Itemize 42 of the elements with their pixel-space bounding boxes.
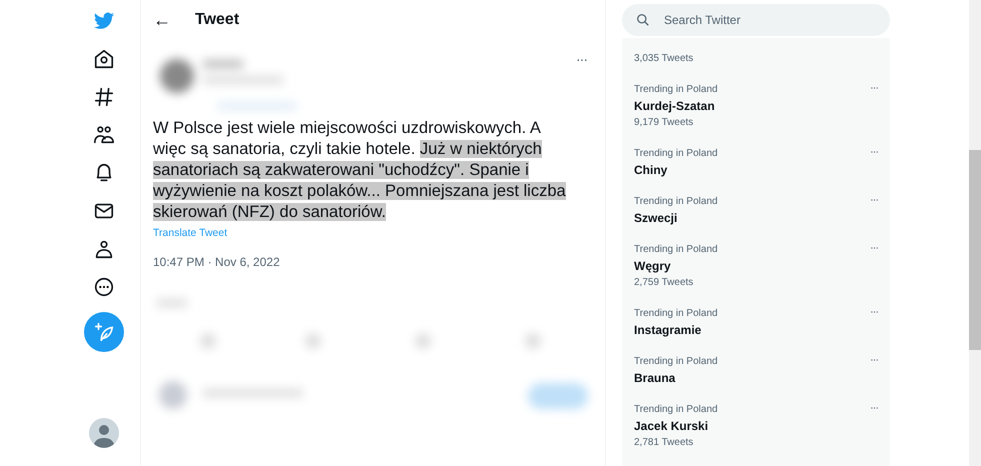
home-icon[interactable] [93, 48, 115, 70]
search-icon [636, 13, 650, 27]
trend-tweet-count: 2,759 Tweets [634, 276, 694, 290]
scrollbar-thumb[interactable] [969, 150, 981, 350]
people-icon[interactable] [93, 124, 115, 146]
page-title: Tweet [195, 11, 240, 29]
trend-category: Trending in Poland [634, 355, 719, 369]
trend-category: Trending in Poland [634, 403, 719, 417]
more-icon[interactable] [93, 276, 115, 298]
feather-plus-icon [93, 321, 115, 343]
back-button[interactable]: ← [153, 10, 181, 30]
trend-more-button[interactable]: ··· [870, 242, 878, 254]
trend-more-button[interactable]: ··· [870, 194, 878, 206]
trend-category: Trending in Poland [634, 195, 719, 209]
trend-tweet-count: 9,179 Tweets [634, 116, 694, 130]
trend-name[interactable]: Chiny [634, 161, 870, 179]
profile-icon[interactable] [93, 238, 115, 260]
trend-name[interactable]: Kurdej-Szatan [634, 97, 870, 115]
trend-category: Trending in Poland [634, 83, 719, 97]
search-field[interactable]: Search Twitter [622, 4, 890, 36]
trend-more-button[interactable]: ··· [870, 146, 878, 158]
more-options-button[interactable]: ··· [570, 50, 593, 68]
trend-category: Trending in Poland [634, 147, 719, 161]
bird-logo-icon[interactable] [93, 10, 115, 32]
trend-name[interactable]: Węgry [634, 257, 870, 275]
trend-tweet-count: 3,035 Tweets [634, 52, 694, 66]
trend-category: Trending in Poland [634, 307, 719, 321]
trend-more-button[interactable]: ··· [870, 354, 878, 366]
avatar-icon[interactable] [89, 418, 119, 448]
hashtag-icon[interactable] [93, 86, 115, 108]
trend-more-button[interactable]: ··· [870, 82, 878, 94]
trend-more-button[interactable]: ··· [870, 306, 878, 318]
tweet-text: W Polsce jest wiele miejscowości uzdrowiskowych. A więc są sanatoria, czyli takie hotele. Już w niektórych sanatoriach są zakwaterowani "uchodźcy". Spanie i wyżywienie na koszt polaków... Pomniejszana jest liczba skierowań (NFZ) do sanatoriów. [153, 118, 567, 223]
trend-name[interactable]: Instagramie [634, 321, 870, 339]
tweet-timestamp: 10:47 PM · Nov 6, 2022 [153, 255, 280, 269]
compose-button[interactable] [84, 312, 124, 352]
trend-category: Trending in Poland [634, 243, 719, 257]
trend-more-button[interactable]: ··· [870, 402, 878, 414]
trend-name[interactable]: Szwecji [634, 209, 870, 227]
trend-tweet-count: 2,781 Tweets [634, 436, 694, 450]
trend-name[interactable]: Jacek Kurski [634, 417, 870, 435]
trend-name[interactable]: Brauna [634, 369, 870, 387]
